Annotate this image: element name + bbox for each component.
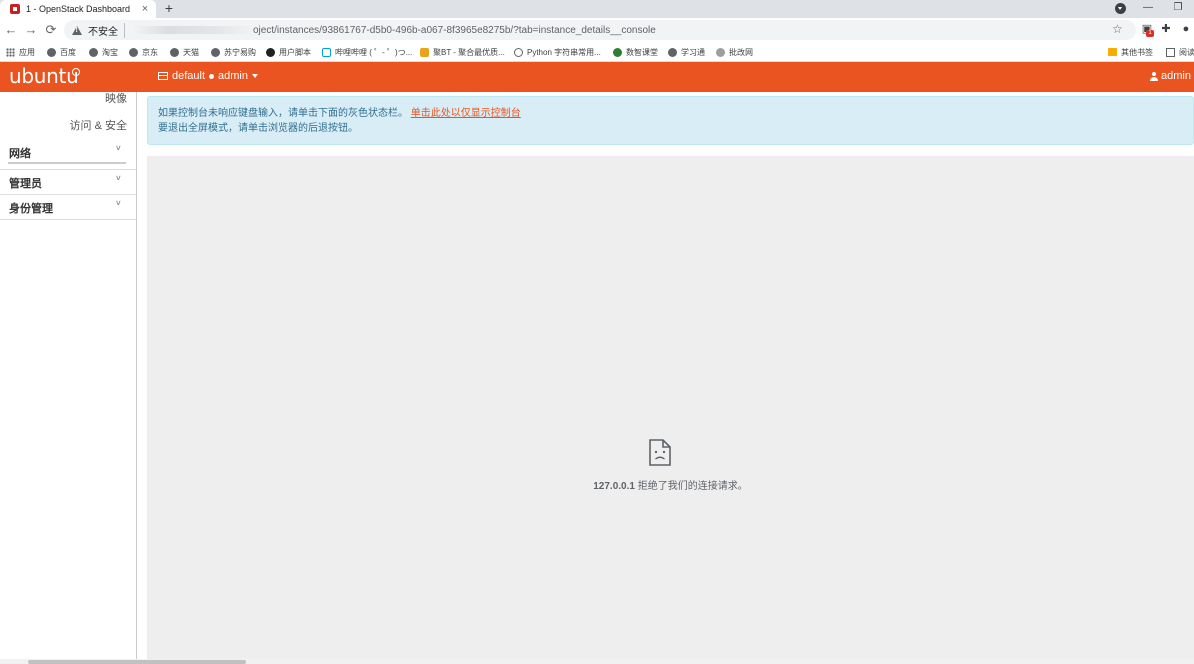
globe-icon	[668, 47, 677, 57]
sidebar-group-admin[interactable]: 管理员 ˅	[0, 170, 136, 194]
bilibili-icon	[322, 47, 331, 57]
sad-document-icon	[649, 439, 671, 466]
bookmark-jd[interactable]: 京东	[129, 45, 158, 59]
brand-logo[interactable]: ubuntu	[9, 64, 79, 88]
globe-icon	[129, 47, 138, 57]
warning-icon	[72, 25, 82, 35]
forward-button[interactable]: →	[22, 21, 40, 39]
sidebar-group-network[interactable]: 网络 ˅	[0, 140, 136, 164]
script-icon	[266, 47, 275, 57]
sidebar-group-label: 管理员	[9, 178, 42, 190]
project-name: admin	[218, 70, 248, 82]
ubuntu-circle-icon	[72, 68, 80, 76]
back-button[interactable]: ←	[2, 21, 20, 39]
security-indicator[interactable]: 不安全	[88, 22, 125, 38]
minimize-button[interactable]: —	[1136, 0, 1160, 18]
console-iframe[interactable]: 127.0.0.1 拒绝了我们的连接请求。	[147, 156, 1194, 664]
classroom-icon	[613, 47, 622, 57]
bookmark-xuexitong[interactable]: 学习通	[668, 45, 705, 59]
caret-down-icon	[252, 74, 258, 78]
browser-toolbar: ← → ⟳ 不安全 oject/instances/93861767-d5b0-…	[0, 18, 1194, 42]
openstack-favicon-icon	[10, 4, 20, 14]
browser-tab[interactable]: 1 - OpenStack Dashboard ×	[0, 0, 156, 18]
divider	[0, 219, 136, 220]
url-redacted	[133, 26, 253, 34]
folder-icon	[1108, 48, 1117, 56]
chevron-down-icon: ˅	[116, 199, 121, 208]
show-console-only-link[interactable]: 单击此处以仅显示控制台	[411, 108, 521, 119]
bookmark-bilibili[interactable]: 哔哩哔哩 ( ゜- ゜)つ...	[322, 45, 412, 59]
bookmark-other[interactable]: 其他书签	[1108, 45, 1153, 59]
sidebar-group-label: 身份管理	[9, 203, 53, 215]
user-menu[interactable]: admin	[1150, 70, 1194, 82]
globe-icon	[47, 47, 56, 57]
bookmark-reading-list[interactable]: 阅读	[1166, 45, 1194, 59]
bookmark-star-icon[interactable]: ☆	[1112, 22, 1123, 36]
address-bar[interactable]: 不安全 oject/instances/93861767-d5b0-496b-a…	[64, 20, 1136, 40]
bookmark-user-scripts[interactable]: 用户脚本	[266, 45, 311, 59]
tab-close-icon[interactable]: ×	[138, 3, 152, 15]
console-info-alert: 如果控制台未响应键盘输入，请单击下面的灰色状态栏。 单击此处以仅显示控制台 要退…	[147, 96, 1194, 145]
alert-line-2: 要退出全屏模式，请单击浏览器的后退按钮。	[158, 123, 358, 134]
project-selector[interactable]: default admin	[158, 70, 258, 82]
bookmark-jubt[interactable]: 聚BT - 聚合最优质...	[420, 45, 505, 59]
chevron-down-icon: ˅	[116, 144, 121, 153]
browser-tab-strip: 1 - OpenStack Dashboard × + — ❐	[0, 0, 1194, 18]
main-content: 如果控制台未响应键盘输入，请单击下面的灰色状态栏。 单击此处以仅显示控制台 要退…	[138, 92, 1194, 664]
bt-icon	[420, 47, 429, 57]
user-icon	[1150, 71, 1158, 81]
sidebar-group-identity[interactable]: 身份管理 ˅	[0, 195, 136, 219]
bookmark-baidu[interactable]: 百度	[47, 45, 76, 59]
top-navbar: ubuntu default admin admin	[0, 62, 1194, 92]
restore-button[interactable]: ❐	[1166, 0, 1190, 18]
sidebar: 映像 访问 & 安全 网络 ˅ 管理员 ˅ 身份管理 ˅	[0, 92, 137, 664]
url-text[interactable]: oject/instances/93861767-d5b0-496b-a067-…	[253, 25, 656, 36]
globe-icon	[211, 47, 220, 57]
puzzle-icon[interactable]: ✚	[1160, 23, 1172, 35]
reading-list-icon	[1166, 47, 1175, 57]
scrollbar-thumb[interactable]	[28, 660, 246, 664]
bookmark-python[interactable]: Python 字符串常用...	[514, 45, 601, 59]
project-domain: default	[172, 70, 206, 82]
bookmark-shuzhi[interactable]: 数智课堂	[613, 45, 658, 59]
apps-grid-icon	[6, 47, 15, 57]
user-name: admin	[1161, 70, 1191, 82]
sidebar-item-access-security[interactable]: 访问 & 安全	[70, 117, 127, 133]
reload-button[interactable]: ⟳	[42, 21, 60, 39]
connection-error-message: 127.0.0.1 拒绝了我们的连接请求。	[147, 477, 1194, 492]
globe-icon	[89, 47, 98, 57]
bookmark-apps[interactable]: 应用	[6, 45, 35, 59]
alert-line-1: 如果控制台未响应键盘输入，请单击下面的灰色状态栏。 单击此处以仅显示控制台	[158, 108, 521, 119]
account-icon[interactable]: ●	[1180, 23, 1192, 35]
tab-title: 1 - OpenStack Dashboard	[26, 4, 131, 14]
pigai-icon	[716, 47, 725, 57]
bookmark-pigai[interactable]: 批改网	[716, 45, 753, 59]
bookmark-taobao[interactable]: 淘宝	[89, 45, 118, 59]
sidebar-group-label: 网络	[9, 148, 31, 160]
error-text: 拒绝了我们的连接请求。	[637, 481, 748, 492]
extension-badge: 1	[1146, 30, 1154, 37]
bookmark-suning[interactable]: 苏宁易购	[211, 45, 256, 59]
active-group-underline	[8, 162, 126, 164]
globe-icon	[170, 47, 179, 57]
error-host: 127.0.0.1	[593, 481, 635, 492]
sidebar-item-images[interactable]: 映像	[105, 92, 127, 106]
profile-menu-icon[interactable]	[1115, 3, 1126, 14]
chevron-down-icon: ˅	[116, 174, 121, 183]
new-tab-button[interactable]: +	[162, 0, 176, 18]
separator-dot	[209, 73, 215, 79]
project-icon	[158, 72, 168, 80]
bookmark-tmall[interactable]: 天猫	[170, 45, 199, 59]
python-icon	[514, 47, 523, 57]
bookmarks-bar: 应用 百度 淘宝 京东 天猫 苏宁易购 用户脚本 哔哩哔哩 ( ゜- ゜)つ..…	[0, 42, 1194, 62]
